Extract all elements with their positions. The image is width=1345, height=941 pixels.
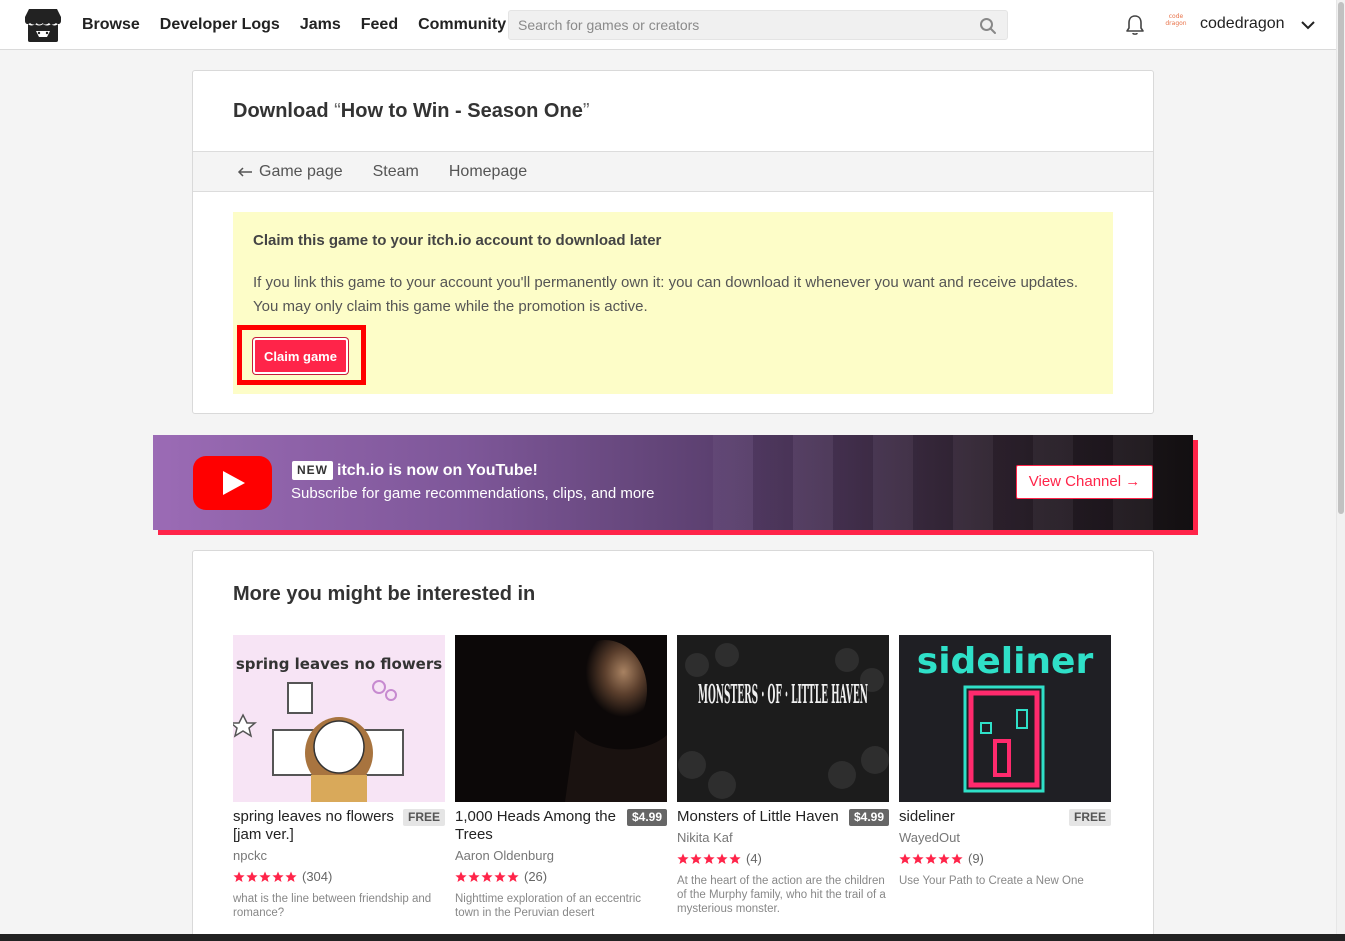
star-icon — [455, 871, 467, 882]
game-grid: spring leaves no flowers spring leaves n… — [233, 635, 1113, 920]
heads-among-trees-art — [455, 635, 667, 802]
star-icon — [468, 871, 480, 882]
view-channel-button[interactable]: View Channel → — [1016, 465, 1153, 499]
star-icon — [481, 871, 493, 882]
star-icon — [677, 853, 689, 864]
scrollbar-thumb[interactable] — [1338, 2, 1344, 514]
nav-community[interactable]: Community — [418, 16, 506, 34]
nav-developer-logs[interactable]: Developer Logs — [160, 16, 280, 34]
game-thumbnail[interactable]: spring leaves no flowers — [233, 635, 445, 802]
star-icon — [494, 871, 506, 882]
star-icon — [246, 871, 258, 882]
rating: (4) — [677, 851, 889, 866]
top-navigation-bar: Browse Developer Logs Jams Feed Communit… — [0, 0, 1336, 50]
claim-heading: Claim this game to your itch.io account … — [253, 232, 662, 249]
game-card[interactable]: sideliner sideliner FREE WayedOut (9) Us… — [899, 635, 1111, 920]
game-description: Nighttime exploration of an eccentric to… — [455, 893, 642, 919]
star-icon — [729, 853, 741, 864]
banner-headline: itch.io is now on YouTube! — [337, 462, 538, 479]
star-icon — [912, 853, 924, 864]
game-thumbnail[interactable] — [455, 635, 667, 802]
arrow-left-icon — [237, 166, 252, 177]
star-icon — [716, 853, 728, 864]
star-icon — [507, 871, 519, 882]
game-thumbnail[interactable]: sideliner — [899, 635, 1111, 802]
youtube-logo-icon — [193, 456, 272, 510]
close-quote: ” — [582, 100, 590, 122]
chevron-down-icon[interactable] — [1300, 18, 1316, 32]
notifications-bell-icon[interactable] — [1125, 14, 1145, 36]
price-badge: FREE — [402, 809, 445, 826]
search-icon[interactable] — [979, 17, 997, 35]
star-icon — [272, 871, 284, 882]
game-author[interactable]: Aaron Oldenburg — [455, 848, 667, 863]
download-subnav: Game page Steam Homepage — [193, 151, 1153, 192]
game-card[interactable]: 1,000 Heads Among the Trees $4.99 Aaron … — [455, 635, 667, 920]
spring-leaves-art: spring leaves no flowers — [233, 655, 442, 802]
claim-game-button[interactable]: Claim game — [253, 338, 348, 374]
star-icon — [690, 853, 702, 864]
nav-jams[interactable]: Jams — [300, 16, 341, 34]
price-badge: $4.99 — [626, 809, 667, 826]
steam-link[interactable]: Steam — [373, 163, 419, 181]
rating-count: (4) — [746, 851, 762, 866]
title-prefix: Download — [233, 100, 335, 122]
user-avatar[interactable]: code dragon — [1163, 13, 1189, 37]
star-icon — [285, 871, 297, 882]
star-icon — [703, 853, 715, 864]
star-icon — [951, 853, 963, 864]
recommendations-panel: More you might be interested in spring l… — [192, 550, 1154, 941]
star-icon — [899, 853, 911, 864]
price-badge: FREE — [1068, 809, 1111, 826]
rating: (26) — [455, 869, 667, 884]
game-author[interactable]: WayedOut — [899, 830, 1111, 845]
price-badge: $4.99 — [848, 809, 889, 826]
thumb-text: MONSTERS · OF · LITTLE HAVEN — [698, 680, 868, 710]
open-quote: “ — [334, 100, 341, 122]
game-title: How to Win - Season One — [340, 100, 583, 122]
star-icon — [938, 853, 950, 864]
new-badge: NEW — [292, 461, 333, 480]
sideliner-art: sideliner — [899, 635, 1111, 802]
game-page-link[interactable]: Game page — [237, 163, 343, 181]
nav-browse[interactable]: Browse — [82, 16, 140, 34]
rating: (304) — [233, 869, 445, 884]
thumb-text: spring leaves no flowers — [236, 655, 442, 673]
rating-count: (26) — [524, 869, 548, 884]
rating: (9) — [899, 851, 1111, 866]
star-icon — [925, 853, 937, 864]
game-card[interactable]: MONSTERS · OF · LITTLE HAVEN Monsters of… — [677, 635, 889, 920]
download-panel: Download “How to Win - Season One” Game … — [192, 70, 1154, 414]
itchio-logo-icon[interactable] — [24, 7, 62, 43]
search-box — [508, 10, 1008, 40]
main-nav: Browse Developer Logs Jams Feed Communit… — [82, 0, 506, 50]
star-icon — [233, 871, 245, 882]
thumb-text: sideliner — [917, 641, 1094, 682]
rating-count: (304) — [302, 869, 333, 884]
vertical-scrollbar[interactable] — [1336, 0, 1345, 941]
game-description: Use Your Path to Create a New One — [899, 875, 1084, 887]
claim-notice: Claim this game to your itch.io account … — [233, 212, 1113, 394]
game-thumbnail[interactable]: MONSTERS · OF · LITTLE HAVEN — [677, 635, 889, 802]
bottom-edge-bar — [0, 934, 1345, 941]
homepage-link[interactable]: Homepage — [449, 163, 527, 181]
search-input[interactable] — [509, 11, 969, 39]
banner-subtitle: Subscribe for game recommendations, clip… — [291, 485, 655, 502]
game-author[interactable]: npckc — [233, 848, 445, 863]
page-title: Download “How to Win - Season One” — [233, 100, 590, 123]
game-card[interactable]: spring leaves no flowers spring leaves n… — [233, 635, 445, 920]
game-page-label: Game page — [259, 162, 343, 180]
monsters-little-haven-art: MONSTERS · OF · LITTLE HAVEN — [677, 635, 889, 802]
game-author[interactable]: Nikita Kaf — [677, 830, 889, 845]
username-label[interactable]: codedragon — [1200, 15, 1285, 33]
rating-count: (9) — [968, 851, 984, 866]
nav-feed[interactable]: Feed — [361, 16, 398, 34]
recommendations-title: More you might be interested in — [233, 583, 536, 605]
youtube-banner[interactable]: NEW itch.io is now on YouTube! Subscribe… — [153, 435, 1193, 530]
game-description: what is the line between friendship and … — [233, 893, 432, 919]
star-icon — [259, 871, 271, 882]
claim-description: If you link this game to your account yo… — [253, 274, 1078, 315]
game-description: At the heart of the action are the child… — [677, 875, 886, 915]
